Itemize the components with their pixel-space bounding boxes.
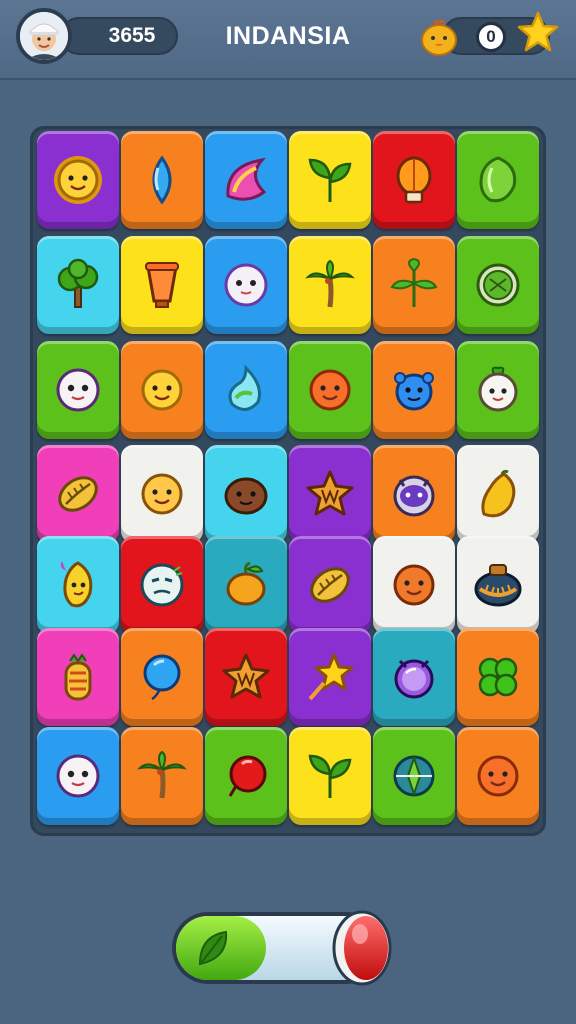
pink-swirl-icon	[226, 157, 267, 201]
lives-counter: 0	[476, 22, 506, 52]
tile-r4-c3[interactable]	[205, 445, 287, 543]
tile-r5-c5[interactable]	[373, 536, 455, 634]
pineapple-icon	[64, 653, 92, 701]
tree-icon	[57, 258, 99, 308]
tile-r6-c2[interactable]	[121, 628, 203, 726]
coconut-icon	[224, 477, 268, 515]
booster-bar[interactable]	[170, 906, 398, 992]
white-face-icon	[56, 368, 100, 412]
game-board	[30, 126, 546, 836]
tile-r4-c2[interactable]	[121, 445, 203, 543]
tile-r5-c2[interactable]	[121, 536, 203, 634]
star-wand-icon	[308, 653, 354, 701]
tile-r1-c4[interactable]	[289, 131, 371, 229]
tile-r1-c2[interactable]	[121, 131, 203, 229]
pot-icon	[474, 564, 522, 607]
green-leaf-icon	[308, 754, 352, 798]
booster-button[interactable]	[344, 916, 388, 980]
tile-r3-c6[interactable]	[457, 341, 539, 439]
tile-r3-c2[interactable]	[121, 341, 203, 439]
lamp-icon	[145, 262, 179, 308]
tile-r7-c6[interactable]	[457, 727, 539, 825]
lantern-icon	[396, 156, 432, 204]
water-swirl-icon	[228, 364, 261, 411]
purple-orb-icon	[394, 659, 434, 699]
tile-r5-c1[interactable]	[37, 536, 119, 634]
tile-r7-c3[interactable]	[205, 727, 287, 825]
orange-face-icon	[393, 564, 435, 606]
ghost-face-icon	[224, 263, 268, 307]
tile-r4-c6[interactable]	[457, 445, 539, 543]
blue-drop-icon	[152, 155, 172, 205]
yellow-face-icon	[141, 369, 183, 411]
tile-r2-c5[interactable]	[373, 236, 455, 334]
chick-icon	[421, 19, 457, 56]
tile-r1-c6[interactable]	[457, 131, 539, 229]
top-bar: 3655 INDANSIA 0	[0, 0, 576, 80]
white-face-icon	[56, 754, 100, 798]
radish-face-icon	[478, 366, 518, 412]
compass-icon	[393, 754, 435, 798]
tile-r6-c4[interactable]	[289, 628, 371, 726]
mango-fruit-icon	[226, 561, 266, 606]
tile-r2-c6[interactable]	[457, 236, 539, 334]
tile-r5-c6[interactable]	[457, 536, 539, 634]
blue-balloon-icon	[143, 654, 181, 701]
leaf-plant-icon	[390, 257, 438, 307]
tile-r7-c2[interactable]	[121, 727, 203, 825]
player-avatar[interactable]	[16, 8, 72, 64]
tile-r2-c3[interactable]	[205, 236, 287, 334]
clover-icon	[478, 657, 518, 697]
tile-r5-c3[interactable]	[205, 536, 287, 634]
star-badge-icon	[222, 653, 270, 699]
green-gem-icon	[479, 156, 517, 203]
orange-fruit-face-icon	[309, 369, 351, 411]
blue-creature-icon	[394, 372, 434, 411]
tile-r2-c4[interactable]	[289, 236, 371, 334]
tile-r4-c4[interactable]	[289, 445, 371, 543]
tile-r1-c3[interactable]	[205, 131, 287, 229]
red-balloon-icon	[228, 755, 267, 797]
orange-fruit-face-icon	[477, 755, 519, 797]
player-avatar-icon	[20, 12, 68, 60]
palm-tree-icon	[305, 259, 355, 308]
mask-face-icon	[140, 563, 184, 607]
star-icon[interactable]	[516, 10, 560, 54]
pepper-face-icon	[60, 561, 93, 608]
tile-r4-c1[interactable]	[37, 445, 119, 543]
score-value: 3655	[108, 24, 156, 47]
tile-r6-c1[interactable]	[37, 628, 119, 726]
game-title: INDANSIA	[225, 22, 351, 50]
green-ball-icon	[476, 263, 520, 307]
seed-icon	[58, 476, 98, 512]
star-badge-icon	[306, 470, 354, 516]
sun-face-icon	[54, 156, 102, 204]
mango-icon	[481, 469, 516, 518]
seed-icon	[310, 567, 350, 603]
tile-r6-c5[interactable]	[373, 628, 455, 726]
tile-r6-c3[interactable]	[205, 628, 287, 726]
tile-r6-c6[interactable]	[457, 628, 539, 726]
purple-robot-icon	[393, 475, 435, 517]
tile-r3-c5[interactable]	[373, 341, 455, 439]
tile-r1-c5[interactable]	[373, 131, 455, 229]
chick-face-icon	[141, 473, 183, 515]
tile-r3-c4[interactable]	[289, 341, 371, 439]
tile-r7-c5[interactable]	[373, 727, 455, 825]
tile-r1-c1[interactable]	[37, 131, 119, 229]
tile-r5-c4[interactable]	[289, 536, 371, 634]
tile-r3-c3[interactable]	[205, 341, 287, 439]
tile-r3-c1[interactable]	[37, 341, 119, 439]
green-leaf-icon	[308, 158, 352, 202]
tile-r2-c1[interactable]	[37, 236, 119, 334]
tile-r4-c5[interactable]	[373, 445, 455, 543]
tile-r2-c2[interactable]	[121, 236, 203, 334]
tile-r7-c4[interactable]	[289, 727, 371, 825]
palm-tree-icon	[137, 750, 187, 799]
tile-r7-c1[interactable]	[37, 727, 119, 825]
